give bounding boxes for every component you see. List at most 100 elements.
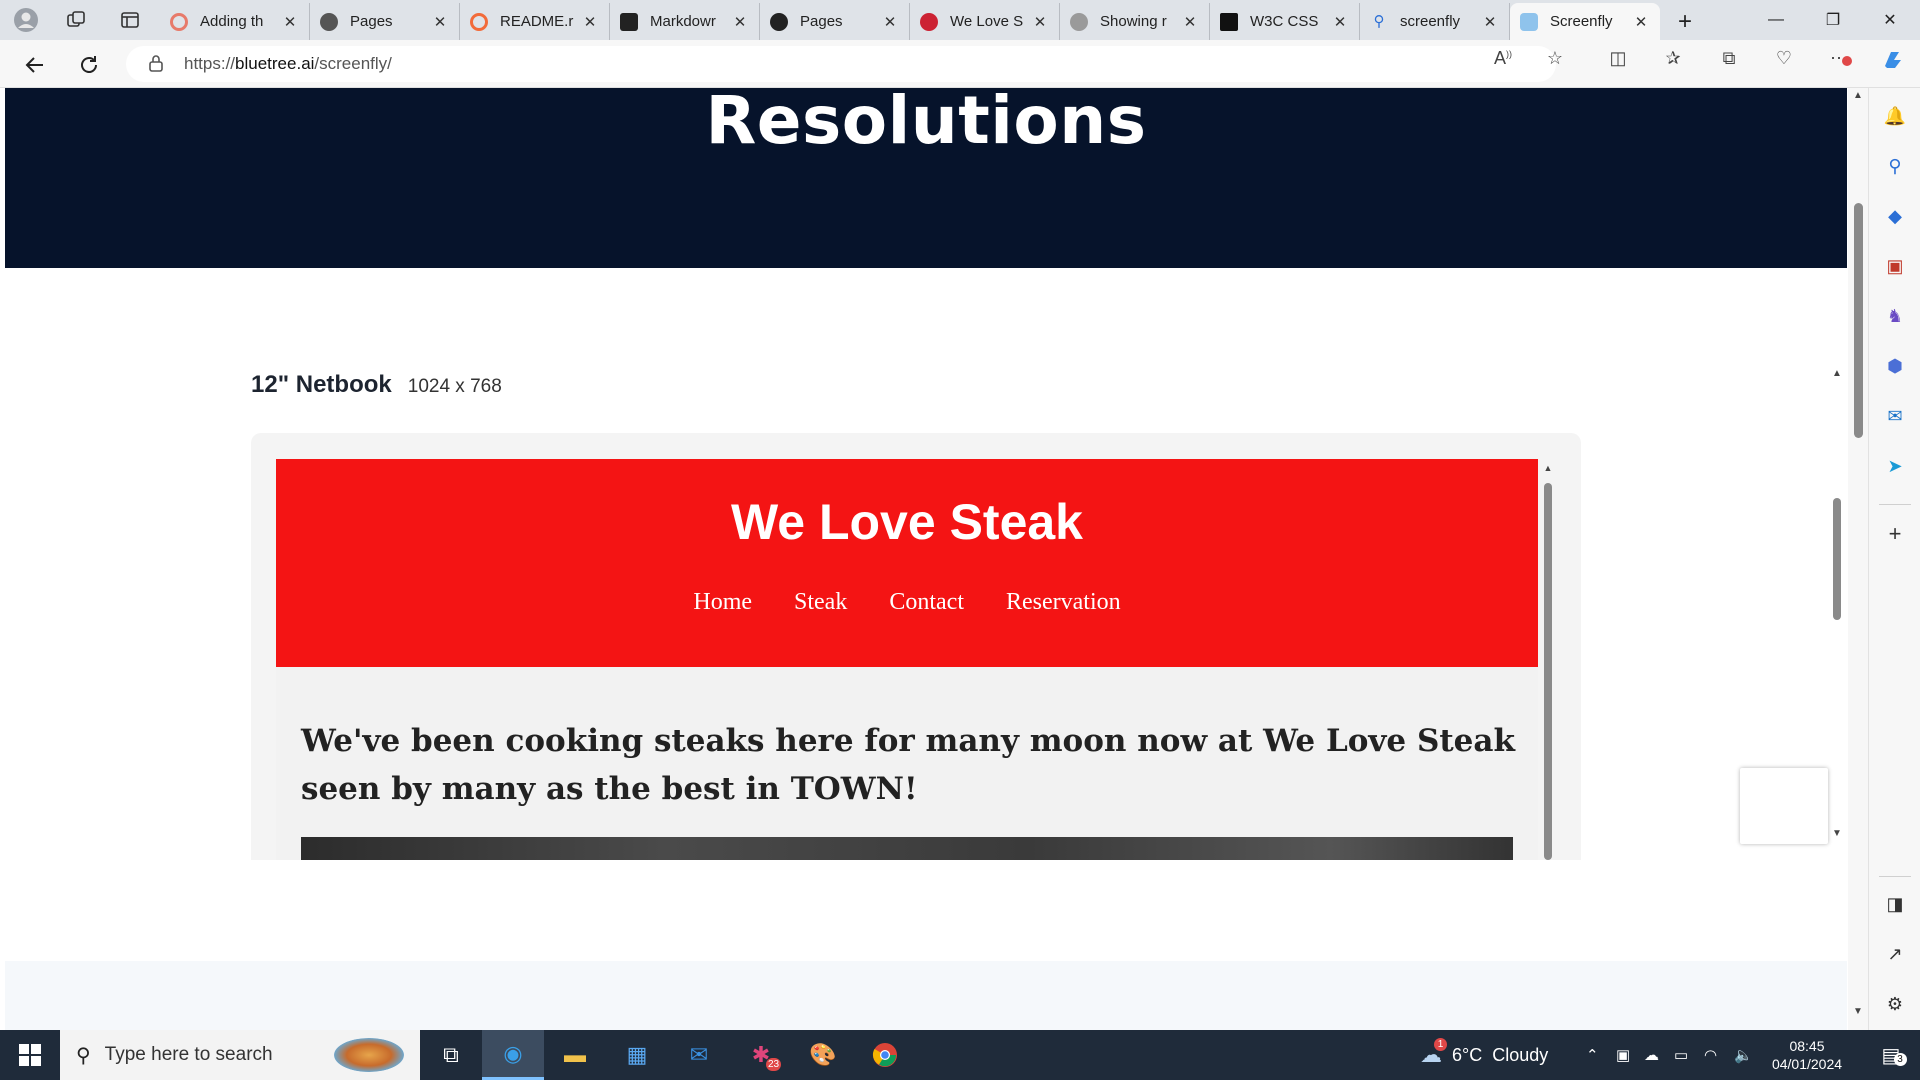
refresh-icon[interactable]	[74, 50, 104, 80]
steak-image	[301, 837, 1513, 860]
tab-close-icon[interactable]: ✕	[431, 13, 449, 31]
games-icon[interactable]: ♞	[1881, 302, 1909, 330]
scroll-up-arrow-icon[interactable]: ▲	[1828, 368, 1846, 379]
tab-close-icon[interactable]: ✕	[281, 13, 299, 31]
shopping-tag-icon[interactable]: ◆	[1881, 202, 1909, 230]
tab-close-icon[interactable]: ✕	[881, 13, 899, 31]
site-header: We Love Steak Home Steak Contact Reserva…	[276, 459, 1538, 667]
scroll-up-arrow-icon[interactable]: ▲	[1848, 90, 1868, 101]
browser-tab-active[interactable]: Screenfly ✕	[1510, 3, 1660, 40]
chevron-up-icon[interactable]: ⌃	[1586, 1030, 1599, 1080]
favorites-icon[interactable]: ✰	[1658, 48, 1688, 69]
browser-tab[interactable]: Markdowr ✕	[610, 3, 760, 40]
sidebar-panel-icon[interactable]: ◨	[1881, 890, 1909, 918]
cloud-icon: ☁ 1	[1420, 1038, 1447, 1068]
browser-tab[interactable]: We Love S ✕	[910, 3, 1060, 40]
microsoft-store-icon[interactable]: ▦	[606, 1030, 668, 1080]
tab-actions-icon[interactable]	[116, 6, 144, 34]
close-window-icon[interactable]: ✕	[1862, 0, 1918, 40]
read-aloud-icon[interactable]: A))	[1488, 48, 1518, 69]
back-arrow-icon[interactable]	[20, 50, 50, 80]
tools-icon[interactable]: ▣	[1881, 252, 1909, 280]
tab-close-icon[interactable]: ✕	[1632, 13, 1650, 31]
bell-icon[interactable]: 🔔	[1881, 102, 1909, 130]
profile-icon[interactable]	[12, 6, 40, 34]
device-resolution: 1024 x 768	[407, 376, 502, 397]
lock-icon[interactable]	[148, 54, 168, 75]
drop-icon[interactable]: ➤	[1881, 452, 1909, 480]
windows-start-icon[interactable]	[0, 1030, 60, 1080]
scrollbar-thumb[interactable]	[1854, 203, 1863, 438]
scroll-down-arrow-icon[interactable]: ▼	[1828, 828, 1846, 839]
slack-icon[interactable]: ✱ 23	[730, 1030, 792, 1080]
recaptcha-badge[interactable]	[1740, 768, 1828, 844]
file-explorer-icon[interactable]: ▬	[544, 1030, 606, 1080]
new-tab-button[interactable]: +	[1660, 3, 1710, 40]
clock[interactable]: 08:45 04/01/2024	[1762, 1030, 1852, 1080]
tab-close-icon[interactable]: ✕	[731, 13, 749, 31]
add-icon[interactable]: +	[1881, 520, 1909, 548]
paint-icon[interactable]: 🎨	[792, 1030, 854, 1080]
task-view-icon[interactable]: ⧉	[420, 1030, 482, 1080]
workspaces-icon[interactable]	[62, 6, 90, 34]
url-path: /screenfly/	[314, 54, 392, 73]
tab-close-icon[interactable]: ✕	[581, 13, 599, 31]
tab-title: Markdowr	[650, 13, 716, 30]
tab-close-icon[interactable]: ✕	[1031, 13, 1049, 31]
site-nav: Home Steak Contact Reservation	[276, 589, 1538, 616]
volume-icon[interactable]: 🔈	[1734, 1030, 1753, 1080]
browser-scrollbar[interactable]: ▲ ▼	[1848, 88, 1868, 1030]
preview-scrollbar[interactable]: ▲	[1542, 459, 1554, 860]
site-brand[interactable]: We Love Steak	[276, 493, 1538, 551]
browser-tab[interactable]: Showing r ✕	[1060, 3, 1210, 40]
browser-tab[interactable]: Pages ✕	[760, 3, 910, 40]
url-text[interactable]: https://bluetree.ai/screenfly/	[184, 54, 392, 74]
minimize-icon[interactable]: —	[1748, 0, 1804, 40]
favorite-star-icon[interactable]: ☆	[1540, 48, 1570, 69]
browser-tab[interactable]: ⚲ screenfly ✕	[1360, 3, 1510, 40]
scroll-down-arrow-icon[interactable]: ▼	[1848, 1006, 1868, 1017]
page-inner-scrollbar[interactable]: ▲ ▼	[1828, 368, 1846, 938]
taskbar-search-box[interactable]: ⚲ Type here to search	[60, 1030, 420, 1080]
site-nav-home[interactable]: Home	[693, 589, 752, 616]
tab-close-icon[interactable]: ✕	[1331, 13, 1349, 31]
site-nav-contact[interactable]: Contact	[889, 589, 964, 616]
page-viewport: Resolutions 12" Netbook 1024 x 768 We Lo…	[0, 88, 1868, 1030]
browser-tab[interactable]: Adding th ✕	[160, 3, 310, 40]
settings-gear-icon[interactable]: ⚙	[1881, 990, 1909, 1018]
onedrive-icon[interactable]: ☁	[1644, 1030, 1659, 1080]
tab-close-icon[interactable]: ✕	[1181, 13, 1199, 31]
address-bar[interactable]: https://bluetree.ai/screenfly/	[126, 46, 1556, 82]
browser-essentials-icon[interactable]: ♡	[1769, 48, 1799, 69]
tab-title: We Love S	[950, 13, 1024, 30]
copilot-icon[interactable]	[1878, 48, 1908, 77]
collections-icon[interactable]: ⧉	[1714, 48, 1744, 69]
battery-icon[interactable]: ▭	[1674, 1030, 1688, 1080]
site-nav-steak[interactable]: Steak	[794, 589, 847, 616]
meet-now-icon[interactable]: ▣	[1616, 1030, 1630, 1080]
taskbar-search-placeholder: Type here to search	[104, 1044, 273, 1065]
split-screen-icon[interactable]: ◫	[1603, 48, 1633, 69]
tab-close-icon[interactable]: ✕	[1481, 13, 1499, 31]
outlook-icon[interactable]: ✉	[1881, 402, 1909, 430]
restore-icon[interactable]: ❐	[1805, 0, 1861, 40]
preview-iframe[interactable]: We Love Steak Home Steak Contact Reserva…	[276, 459, 1538, 860]
notifications-icon[interactable]: ▤ 3	[1868, 1030, 1914, 1080]
browser-tab[interactable]: README.r ✕	[460, 3, 610, 40]
browser-tab[interactable]: Pages ✕	[310, 3, 460, 40]
scroll-up-arrow-icon[interactable]: ▲	[1542, 463, 1554, 473]
more-options-icon[interactable]: ⋯	[1824, 48, 1854, 69]
weather-widget[interactable]: ☁ 1 6°C Cloudy	[1420, 1030, 1548, 1080]
microsoft365-icon[interactable]: ⬢	[1881, 352, 1909, 380]
site-nav-reservation[interactable]: Reservation	[1006, 589, 1121, 616]
scrollbar-thumb[interactable]	[1833, 498, 1841, 620]
edge-browser-icon[interactable]: ◉	[482, 1030, 544, 1080]
open-external-icon[interactable]: ↗	[1881, 940, 1909, 968]
mail-icon[interactable]: ✉	[668, 1030, 730, 1080]
browser-tab[interactable]: W3C CSS ✕	[1210, 3, 1360, 40]
tab-title: Pages	[800, 13, 843, 30]
chrome-icon[interactable]	[854, 1030, 916, 1080]
scrollbar-thumb[interactable]	[1544, 483, 1552, 860]
wifi-icon[interactable]: ◠	[1704, 1030, 1717, 1080]
search-icon[interactable]: ⚲	[1881, 152, 1909, 180]
